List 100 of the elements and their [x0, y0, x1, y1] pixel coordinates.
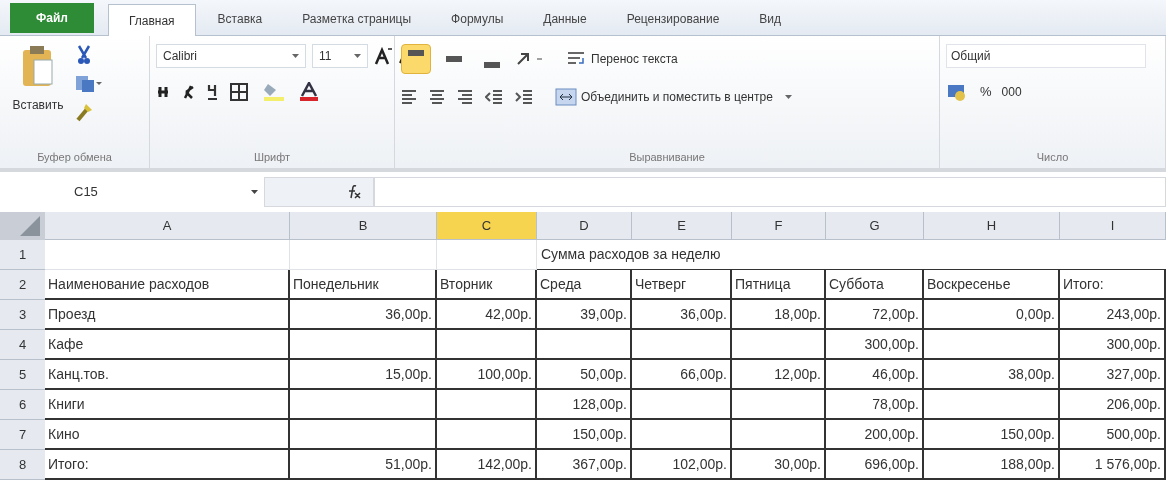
- fill-color-icon[interactable]: [262, 82, 286, 102]
- table-cell: 696,00р.: [826, 450, 924, 480]
- table-cell: 0,00р.: [924, 300, 1060, 330]
- borders-icon[interactable]: [230, 83, 250, 101]
- table-cell: 51,00р.: [290, 450, 437, 480]
- clipboard-icon: [20, 44, 56, 88]
- table-cell: 142,00р.: [437, 450, 537, 480]
- table-cell: 150,00р.: [924, 420, 1060, 450]
- table-cell: 188,00р.: [924, 450, 1060, 480]
- table-cell: Проезд: [45, 300, 290, 330]
- table-cell: 50,00р.: [537, 360, 632, 390]
- table-cell: 12,00р.: [732, 360, 826, 390]
- align-bottom-icon: [484, 62, 500, 68]
- column-header[interactable]: I: [1060, 212, 1166, 240]
- ribbon-tab[interactable]: Разметка страницы: [284, 3, 430, 35]
- thousands-button[interactable]: 000: [1001, 83, 1022, 101]
- underline-icon[interactable]: [206, 84, 218, 100]
- table-cell: Вторник: [437, 270, 537, 300]
- table-cell: 42,00р.: [437, 300, 537, 330]
- caret-icon: [251, 190, 258, 194]
- font-color-icon[interactable]: [298, 82, 320, 102]
- column-header[interactable]: H: [924, 212, 1060, 240]
- table-cell: 30,00р.: [732, 450, 826, 480]
- sheet-title: Сумма расходов за неделю: [537, 240, 1166, 270]
- merge-cells-icon: [555, 88, 577, 106]
- grow-font-icon[interactable]: [374, 47, 392, 65]
- table-cell: 38,00р.: [924, 360, 1060, 390]
- table-cell: 367,00р.: [537, 450, 632, 480]
- table-cell: Пятница: [732, 270, 826, 300]
- table-cell: 300,00р.: [826, 330, 924, 360]
- font-name-field[interactable]: Calibri: [156, 44, 306, 68]
- wrap-text-icon: [567, 51, 587, 67]
- formula-field[interactable]: [374, 177, 1166, 207]
- table-cell: 243,00р.: [1060, 300, 1166, 330]
- number-format-field[interactable]: Общий: [946, 44, 1146, 68]
- table-cell: 150,00р.: [537, 420, 632, 450]
- decrease-indent-icon[interactable]: [485, 89, 503, 105]
- table-cell: 72,00р.: [826, 300, 924, 330]
- table-cell: Понедельник: [290, 270, 437, 300]
- table-cell: Среда: [537, 270, 632, 300]
- caret-icon: [292, 54, 299, 58]
- ribbon-tab[interactable]: Главная: [107, 4, 196, 36]
- table-cell: Книги: [45, 390, 290, 420]
- column-header[interactable]: F: [732, 212, 826, 240]
- column-header[interactable]: A: [45, 212, 290, 240]
- table-cell: 78,00р.: [826, 390, 924, 420]
- group-label: Буфер обмена: [37, 149, 112, 165]
- ribbon-tab[interactable]: Файл: [10, 3, 94, 33]
- column-header[interactable]: D: [537, 212, 632, 240]
- table-cell: 100,00р.: [437, 360, 537, 390]
- table-cell: Суббота: [826, 270, 924, 300]
- table-cell: 300,00р.: [1060, 330, 1166, 360]
- percent-button[interactable]: %: [980, 82, 992, 102]
- font-size-field[interactable]: 11: [312, 44, 368, 68]
- table-cell: 327,00р.: [1060, 360, 1166, 390]
- ribbon-tab[interactable]: Формулы: [433, 3, 522, 35]
- ribbon-tab[interactable]: Данные: [525, 3, 605, 35]
- table-cell: Кино: [45, 420, 290, 450]
- caret-icon: [784, 95, 792, 99]
- table-cell: 128,00р.: [537, 390, 632, 420]
- align-right-icon[interactable]: [457, 89, 473, 105]
- table-cell: 46,00р.: [826, 360, 924, 390]
- align-left-icon[interactable]: [401, 89, 417, 105]
- align-center-icon[interactable]: [429, 89, 445, 105]
- paste-button[interactable]: Вставить: [6, 44, 70, 146]
- align-top-icon: [408, 50, 424, 56]
- column-header[interactable]: B: [290, 212, 437, 240]
- column-header[interactable]: G: [826, 212, 924, 240]
- table-cell: 36,00р.: [290, 300, 437, 330]
- table-cell: 102,00р.: [632, 450, 732, 480]
- group-label: Шрифт: [253, 149, 291, 165]
- table-cell: Итого:: [1060, 270, 1166, 300]
- wrap-text-button[interactable]: Перенос текста: [567, 50, 678, 68]
- column-header[interactable]: E: [632, 212, 732, 240]
- name-box[interactable]: C15: [24, 179, 264, 205]
- table-cell: 36,00р.: [632, 300, 732, 330]
- table-cell: Воскресенье: [924, 270, 1060, 300]
- ribbon-tab[interactable]: Вставка: [199, 3, 281, 35]
- table-cell: 18,00р.: [732, 300, 826, 330]
- ribbon-tab[interactable]: Вид: [741, 3, 800, 35]
- table-cell: 206,00р.: [1060, 390, 1166, 420]
- group-label: Выравнивание: [629, 149, 705, 165]
- italic-icon[interactable]: [182, 85, 194, 99]
- table-cell: 39,00р.: [537, 300, 632, 330]
- vertical-align-button[interactable]: [401, 44, 431, 74]
- table-cell: Канц.тов.: [45, 360, 290, 390]
- group-label: Число: [1036, 149, 1069, 165]
- caret-icon: [354, 54, 361, 58]
- ribbon-tab[interactable]: Рецензирование: [608, 3, 738, 35]
- column-header[interactable]: C: [437, 212, 537, 240]
- merge-center-button[interactable]: Объединить и поместить в центре: [555, 88, 773, 106]
- table-cell: Итого:: [45, 450, 290, 480]
- align-middle-icon: [446, 56, 462, 62]
- table-cell: 66,00р.: [632, 360, 732, 390]
- table-cell: 1 576,00р.: [1060, 450, 1166, 480]
- bold-icon[interactable]: [156, 85, 170, 99]
- table-cell: Наименование расходов: [45, 270, 290, 300]
- table-cell: 200,00р.: [826, 420, 924, 450]
- table-cell: 15,00р.: [290, 360, 437, 390]
- increase-indent-icon[interactable]: [515, 89, 533, 105]
